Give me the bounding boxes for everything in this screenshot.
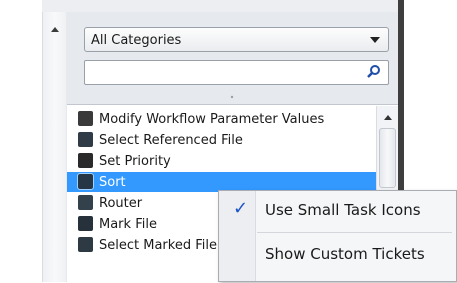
modify-workflow-icon xyxy=(78,111,93,126)
list-item-label: Sort xyxy=(99,175,126,190)
list-item-label: Router xyxy=(99,196,143,211)
menu-item-label: Use Small Task Icons xyxy=(265,201,421,219)
list-item-label: Select Marked File xyxy=(99,238,217,253)
set-priority-icon xyxy=(78,153,93,168)
list-item-label: Select Referenced File xyxy=(99,133,243,148)
list-item-select-referenced-file[interactable]: Select Referenced File xyxy=(67,130,379,150)
context-menu: ✓ Use Small Task Icons Show Custom Ticke… xyxy=(218,190,457,282)
list-item-modify-workflow[interactable]: Modify Workflow Parameter Values xyxy=(67,109,379,129)
top-band xyxy=(0,0,457,12)
list-item-label: Mark File xyxy=(99,217,157,232)
splitter-grip-icon[interactable] xyxy=(229,95,235,99)
chevron-down-icon[interactable] xyxy=(370,37,380,43)
sort-icon xyxy=(77,173,94,190)
category-dropdown[interactable]: All Categories xyxy=(84,27,389,52)
list-item-sort[interactable]: Sort xyxy=(67,172,379,192)
outer-scrollbar[interactable] xyxy=(42,12,68,282)
list-item-set-priority[interactable]: Set Priority xyxy=(67,151,379,171)
search-icon[interactable] xyxy=(366,64,382,80)
checkmark-icon: ✓ xyxy=(233,198,249,219)
scroll-up-arrow-icon[interactable] xyxy=(51,27,59,32)
router-icon xyxy=(78,195,93,210)
category-dropdown-value: All Categories xyxy=(91,33,182,48)
select-referenced-file-icon xyxy=(78,132,93,147)
list-item-label: Set Priority xyxy=(99,154,171,169)
search-input[interactable] xyxy=(84,60,389,85)
menu-item-use-small-task-icons[interactable]: ✓ Use Small Task Icons xyxy=(221,193,452,226)
select-marked-file-icon xyxy=(78,237,93,252)
menu-item-label: Show Custom Tickets xyxy=(265,245,425,263)
list-item-label: Modify Workflow Parameter Values xyxy=(99,112,325,127)
left-pane xyxy=(0,0,42,282)
scroll-up-arrow-icon[interactable] xyxy=(384,115,392,120)
menu-separator xyxy=(257,232,452,233)
mark-file-icon xyxy=(78,216,93,231)
scrollbar-thumb[interactable] xyxy=(379,128,396,188)
menu-item-show-custom-tickets[interactable]: Show Custom Tickets xyxy=(221,237,452,270)
